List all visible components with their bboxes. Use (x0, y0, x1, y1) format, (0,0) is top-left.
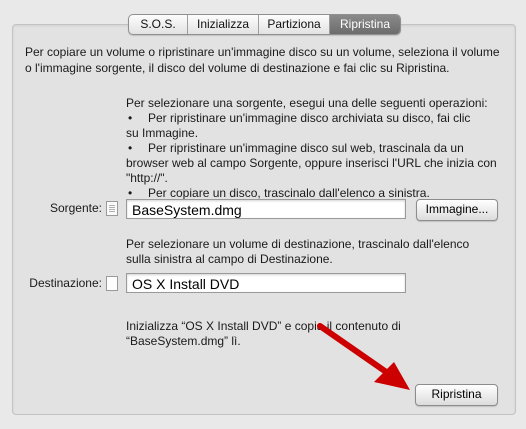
bullet-2-line-2: browser web al campo Sorgente, oppure in… (126, 156, 497, 170)
destination-instructions-line-2: sulla sinistra al campo di Destinazione. (126, 252, 333, 266)
bullet: • (128, 111, 133, 125)
source-instructions-heading: Per selezionare una sorgente, esegui una… (126, 96, 488, 110)
tab-erase[interactable]: Inizializza (188, 15, 259, 34)
bullet-1-line-1: Per ripristinare un'immagine disco archi… (148, 111, 471, 125)
tab-bar: S.O.S. Inizializza Partiziona Ripristina (128, 14, 401, 35)
destination-field[interactable]: OS X Install DVD (126, 273, 406, 293)
bullet-2-line-1: Per ripristinare un'immagine disco sul w… (148, 141, 464, 155)
bullet-1-line-2: su Immagine. (126, 126, 199, 140)
red-arrow-icon (317, 323, 410, 390)
restore-button[interactable]: Ripristina (415, 384, 498, 406)
summary-line-2: “BaseSystem.dmg” lì. (126, 334, 241, 348)
blank-document-icon (106, 276, 118, 291)
tab-restore[interactable]: Ripristina (330, 15, 400, 34)
intro-text-line-2: o l'immagine sorgente, il disco del volu… (25, 61, 450, 75)
image-button[interactable]: Immagine... (416, 199, 498, 221)
document-icon (106, 201, 118, 216)
source-field[interactable]: BaseSystem.dmg (126, 199, 406, 219)
tab-partition[interactable]: Partiziona (259, 15, 330, 34)
source-label: Sorgente: (49, 201, 102, 215)
destination-instructions-line-1: Per selezionare un volume di destinazion… (126, 237, 470, 251)
bullet-2-line-3: "http://". (126, 171, 168, 185)
bullet: • (128, 141, 133, 155)
tab-first-aid[interactable]: S.O.S. (129, 15, 188, 34)
intro-text-line-1: Per copiare un volume o ripristinare un'… (25, 45, 500, 59)
destination-label: Destinazione: (29, 276, 102, 290)
